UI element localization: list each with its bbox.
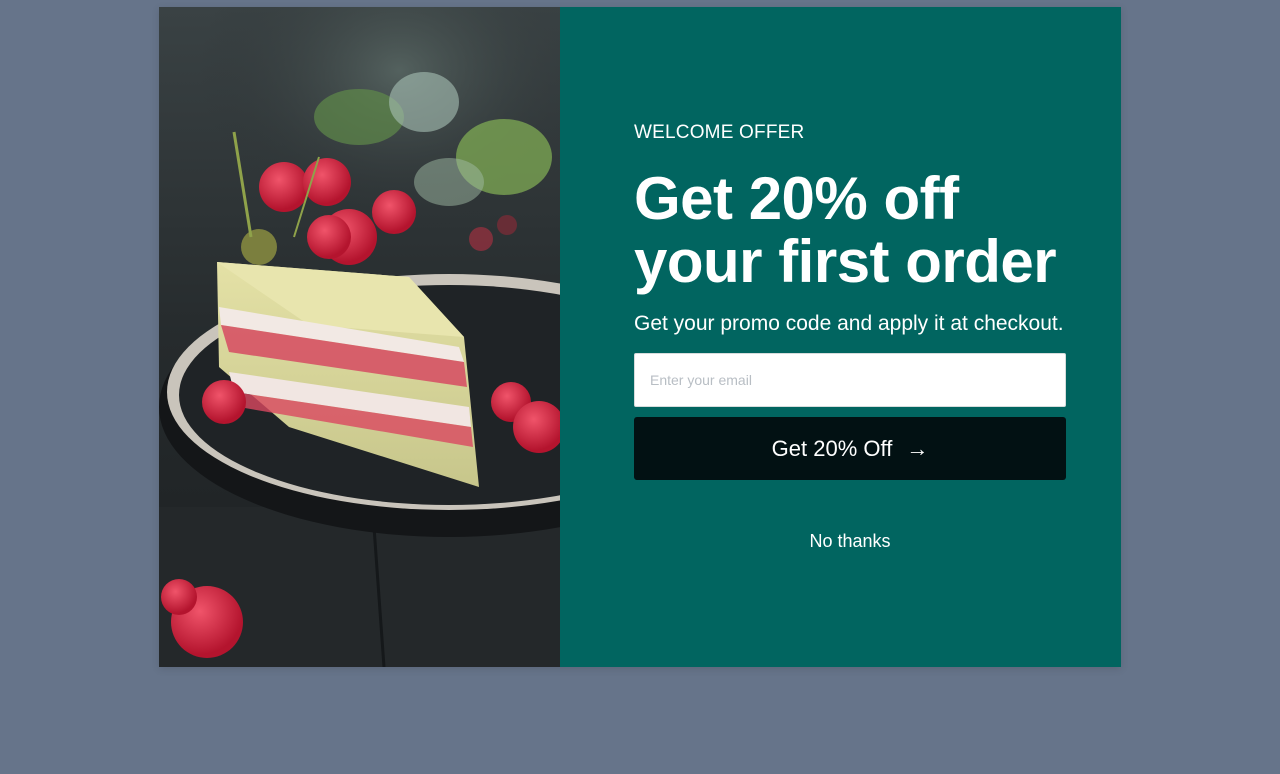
cake-photo (159, 7, 560, 667)
welcome-offer-popup: WELCOME OFFER Get 20% off your first ord… (159, 7, 1121, 667)
arrow-right-icon: → (906, 435, 929, 461)
get-discount-label: Get 20% Off (771, 435, 893, 461)
offer-eyebrow: WELCOME OFFER (634, 122, 805, 143)
offer-subline: Get your promo code and apply it at chec… (634, 312, 1064, 335)
no-thanks-button[interactable]: No thanks (634, 530, 1066, 553)
get-discount-button[interactable]: Get 20% Off → (634, 417, 1066, 480)
offer-content: WELCOME OFFER Get 20% off your first ord… (634, 121, 1066, 553)
offer-headline: Get 20% off your first order (634, 165, 1057, 295)
email-input[interactable] (634, 353, 1066, 407)
offer-panel: WELCOME OFFER Get 20% off your first ord… (560, 7, 1121, 667)
